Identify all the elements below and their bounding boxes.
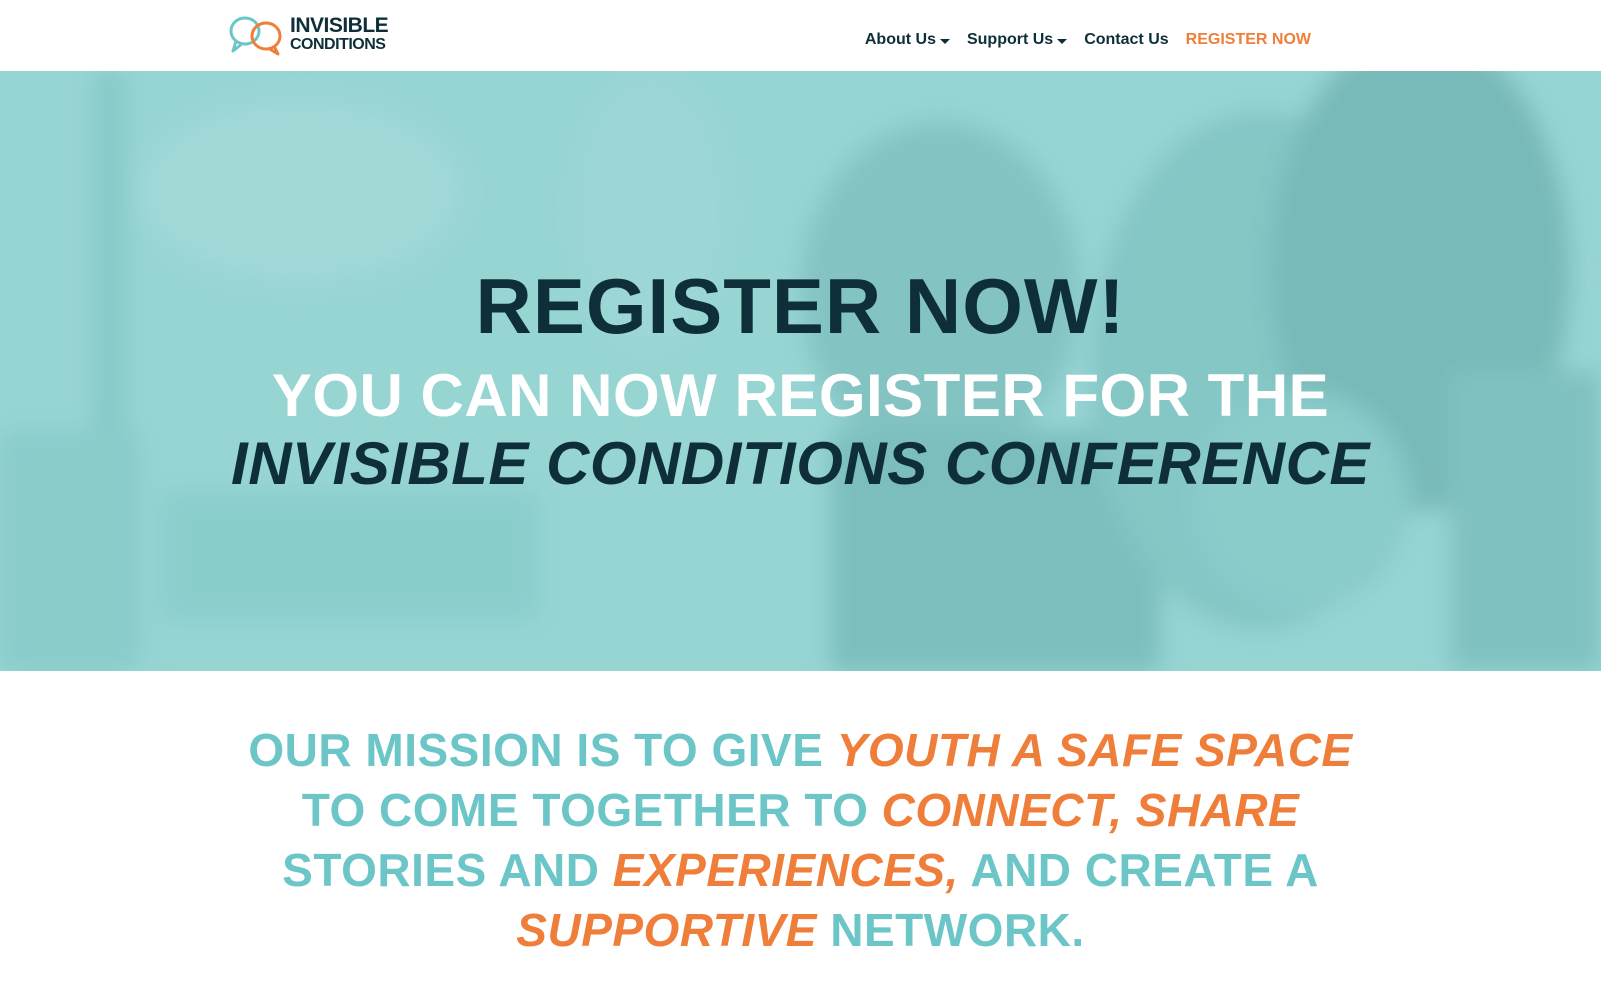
nav-contact-us-label: Contact Us (1084, 31, 1169, 48)
mission-text: TO COME TOGETHER TO (301, 784, 869, 836)
hero-title: REGISTER NOW! (475, 262, 1126, 350)
nav-about-us[interactable]: About Us (865, 31, 950, 49)
mission-line-3: STORIES AND EXPERIENCES, AND CREATE A (0, 840, 1601, 900)
caret-down-icon (1057, 38, 1068, 44)
speech-bubbles-icon (229, 16, 282, 56)
nav-register-now-label: REGISTER NOW (1185, 31, 1311, 48)
nav-contact-us[interactable]: Contact Us (1084, 31, 1168, 49)
logo-wordmark: INVISIBLE CONDITIONS (290, 14, 389, 54)
nav-about-us-label: About Us (864, 31, 936, 48)
caret-down-icon (939, 38, 950, 44)
mission-text: AND CREATE A (970, 844, 1319, 896)
logo-line-2: CONDITIONS (290, 36, 386, 53)
hero-subtitle-line-1: YOU CAN NOW REGISTER FOR THE (271, 362, 1330, 429)
site-header: INVISIBLE CONDITIONS About Us Support Us… (0, 0, 1601, 71)
hero-banner: REGISTER NOW! YOU CAN NOW REGISTER FOR T… (0, 71, 1601, 671)
mission-line-2: TO COME TOGETHER TO CONNECT, SHARE (0, 780, 1601, 840)
main-nav: About Us Support Us Contact Us REGISTER … (865, 31, 1311, 49)
mission-text: NETWORK. (830, 904, 1085, 956)
mission-highlight: SUPPORTIVE (516, 904, 817, 956)
mission-highlight: CONNECT, SHARE (881, 784, 1300, 836)
logo[interactable]: INVISIBLE CONDITIONS (228, 14, 403, 56)
logo-line-1: INVISIBLE (290, 14, 389, 37)
mission-highlight: EXPERIENCES, (612, 844, 959, 896)
mission-statement: OUR MISSION IS TO GIVE YOUTH A SAFE SPAC… (0, 720, 1601, 960)
hero-subtitle-line-2: INVISIBLE CONDITIONS CONFERENCE (231, 430, 1370, 497)
mission-highlight: YOUTH A SAFE SPACE (836, 724, 1353, 776)
nav-support-us[interactable]: Support Us (966, 31, 1068, 49)
nav-register-now[interactable]: REGISTER NOW (1186, 31, 1311, 49)
mission-text: STORIES AND (282, 844, 600, 896)
nav-support-us-label: Support Us (966, 31, 1054, 48)
mission-line-1: OUR MISSION IS TO GIVE YOUTH A SAFE SPAC… (0, 720, 1601, 780)
mission-line-4: SUPPORTIVE NETWORK. (0, 900, 1601, 960)
mission-text: OUR MISSION IS TO GIVE (248, 724, 824, 776)
